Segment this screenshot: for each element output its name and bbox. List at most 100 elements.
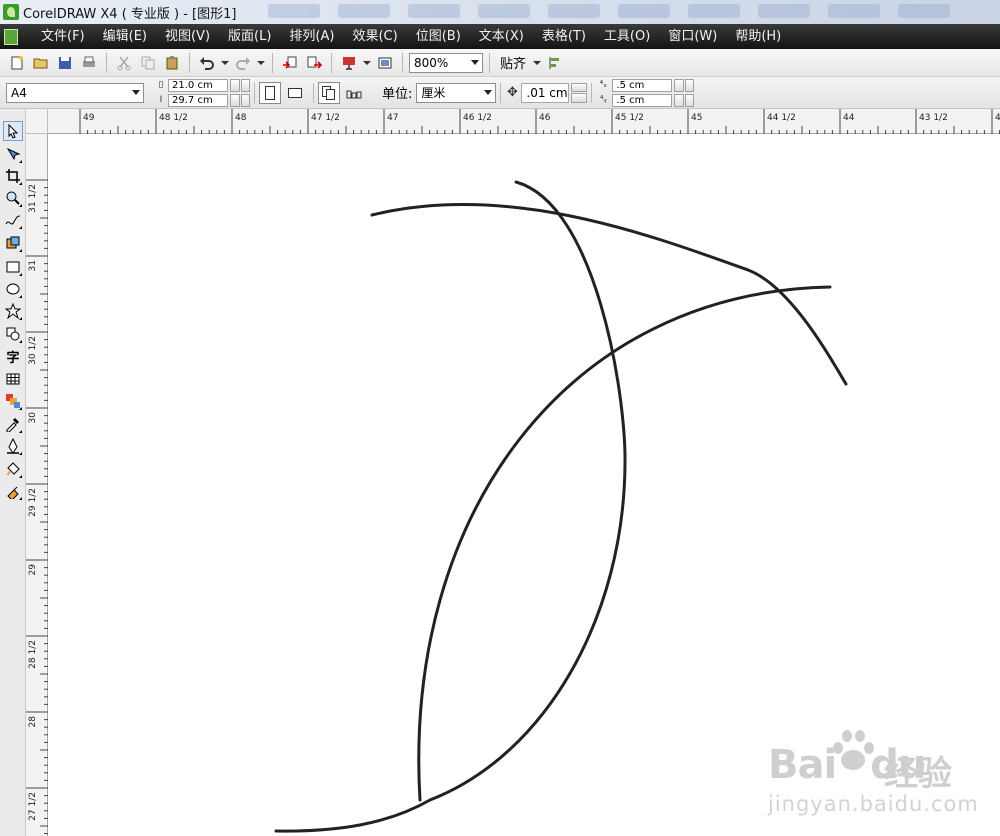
open-icon[interactable] <box>30 52 52 74</box>
duplicate-y-icon: ⁴ᵧ <box>599 95 607 105</box>
zoom-level-combo[interactable]: 800% <box>409 52 483 73</box>
rectangle-tool-icon[interactable] <box>3 257 23 277</box>
redo-dropdown[interactable] <box>256 52 266 74</box>
separator <box>591 82 593 103</box>
text-tool-icon[interactable]: 字 <box>3 346 23 366</box>
vertical-ruler[interactable]: 31 1/2 31 30 1/2 30 29 1/2 29 28 1/2 28 27 1/2 <box>26 134 48 836</box>
menu-bitmaps[interactable]: 位图(B) <box>407 24 470 49</box>
zoom-tool-icon[interactable] <box>3 188 23 208</box>
duplicate-y-spinner[interactable] <box>674 93 695 107</box>
freehand-tool-icon[interactable] <box>3 210 23 230</box>
undo-dropdown[interactable] <box>220 52 230 74</box>
nudge-spinner[interactable] <box>571 82 588 103</box>
menu-tools[interactable]: 工具(O) <box>595 24 659 49</box>
duplicate-distance: ⁴ₓ .5 cm ⁴ᵧ .5 cm <box>596 78 695 107</box>
menu-text[interactable]: 文本(X) <box>470 24 533 49</box>
page-width-value[interactable]: 21.0 cm <box>168 78 228 92</box>
page-height-field[interactable]: I 29.7 cm <box>156 93 250 107</box>
curve-large-arc[interactable] <box>417 285 832 802</box>
paste-icon[interactable] <box>161 52 183 74</box>
width-spinner[interactable] <box>230 78 250 92</box>
cut-icon[interactable] <box>113 52 135 74</box>
page-width-field[interactable]: ▯ 21.0 cm <box>156 78 250 92</box>
menu-layout[interactable]: 版面(L) <box>219 24 280 49</box>
undo-icon[interactable] <box>196 52 218 74</box>
eyedropper-icon[interactable] <box>3 414 23 434</box>
snap-label[interactable]: 贴齐 <box>496 53 530 72</box>
menu-table[interactable]: 表格(T) <box>533 24 595 49</box>
page-size-combo[interactable]: A4 <box>6 82 144 103</box>
duplicate-x-value[interactable]: .5 cm <box>612 78 673 92</box>
menu-effects[interactable]: 效果(C) <box>343 24 406 49</box>
menu-file[interactable]: 文件(F) <box>32 24 94 49</box>
ruler-origin[interactable] <box>26 109 48 134</box>
interactive-blend-icon[interactable] <box>3 391 23 411</box>
export-icon[interactable] <box>303 52 325 74</box>
duplicate-x-icon: ⁴ₓ <box>599 80 608 90</box>
chevron-down-icon[interactable] <box>129 84 143 102</box>
polygon-tool-icon[interactable] <box>3 301 23 321</box>
ruler-label: 28 <box>28 716 38 728</box>
new-icon[interactable] <box>6 52 28 74</box>
ruler-label: 46 <box>539 113 551 123</box>
height-spinner[interactable] <box>230 93 250 107</box>
coreldraw-app-icon[interactable] <box>3 4 19 20</box>
landscape-button[interactable] <box>284 82 306 104</box>
curve-steep-arc[interactable] <box>428 180 627 802</box>
snap-dropdown[interactable] <box>532 52 542 74</box>
ruler-label: 28 1/2 <box>28 640 38 669</box>
page-height-value[interactable]: 29.7 cm <box>168 93 228 107</box>
outline-pen-icon[interactable] <box>3 436 23 456</box>
separator <box>489 52 490 73</box>
chevron-down-icon[interactable] <box>481 84 495 102</box>
crop-tool-icon[interactable] <box>3 166 23 186</box>
ruler-label: 30 1/2 <box>28 336 38 365</box>
units-label: 单位: <box>382 87 413 102</box>
ruler-label: 29 <box>28 564 38 576</box>
fill-tool-icon[interactable] <box>3 459 23 479</box>
drawing-svg[interactable] <box>48 134 1000 836</box>
current-page-icon[interactable] <box>343 82 365 104</box>
menu-arrange[interactable]: 排列(A) <box>280 24 343 49</box>
duplicate-x-field[interactable]: ⁴ₓ .5 cm <box>596 78 695 92</box>
duplicate-y-field[interactable]: ⁴ᵧ .5 cm <box>596 93 695 107</box>
smart-fill-icon[interactable] <box>3 233 23 253</box>
pick-tool-icon[interactable] <box>3 121 23 141</box>
portrait-button[interactable] <box>259 81 281 104</box>
launch-icon[interactable] <box>338 52 360 74</box>
standard-toolbar: 800% 贴齐 <box>0 49 1000 77</box>
copy-icon[interactable] <box>137 52 159 74</box>
import-icon[interactable] <box>279 52 301 74</box>
units-combo[interactable]: 厘米 <box>416 82 497 103</box>
save-icon[interactable] <box>54 52 76 74</box>
all-pages-icon[interactable] <box>318 81 340 104</box>
menu-window[interactable]: 窗口(W) <box>659 24 726 49</box>
ruler-label: 43 1/2 <box>919 113 948 123</box>
drawing-canvas[interactable] <box>48 134 1000 836</box>
menu-bar: 文件(F) 编辑(E) 视图(V) 版面(L) 排列(A) 效果(C) 位图(B… <box>0 24 1000 49</box>
duplicate-x-spinner[interactable] <box>674 78 695 92</box>
separator <box>272 52 273 73</box>
table-tool-icon[interactable] <box>3 369 23 389</box>
document-icon[interactable] <box>4 28 18 45</box>
shape-tool-icon[interactable] <box>3 144 23 164</box>
redo-icon[interactable] <box>232 52 254 74</box>
align-icon[interactable] <box>544 52 566 74</box>
print-icon[interactable] <box>78 52 100 74</box>
launch-dropdown[interactable] <box>362 52 372 74</box>
menu-edit[interactable]: 编辑(E) <box>94 24 156 49</box>
ruler-label: 45 <box>691 113 702 123</box>
chevron-down-icon[interactable] <box>468 54 482 72</box>
nudge-distance-field[interactable]: .01 cm <box>521 82 570 103</box>
ellipse-tool-icon[interactable] <box>3 279 23 299</box>
interactive-fill-icon[interactable] <box>3 481 23 501</box>
curve-top-arc[interactable] <box>370 203 848 386</box>
basic-shapes-icon[interactable] <box>3 324 23 344</box>
menu-help[interactable]: 帮助(H) <box>726 24 790 49</box>
horizontal-ruler[interactable]: 49 48 1/2 48 47 1/2 47 46 1/2 46 45 1/2 45 44 1/2… <box>48 109 1000 134</box>
curve-bottom-arc[interactable] <box>274 798 432 833</box>
duplicate-y-value[interactable]: .5 cm <box>612 93 673 107</box>
full-screen-icon[interactable] <box>374 52 396 74</box>
menu-view[interactable]: 视图(V) <box>156 24 219 49</box>
zoom-level-value: 800% <box>414 55 449 70</box>
